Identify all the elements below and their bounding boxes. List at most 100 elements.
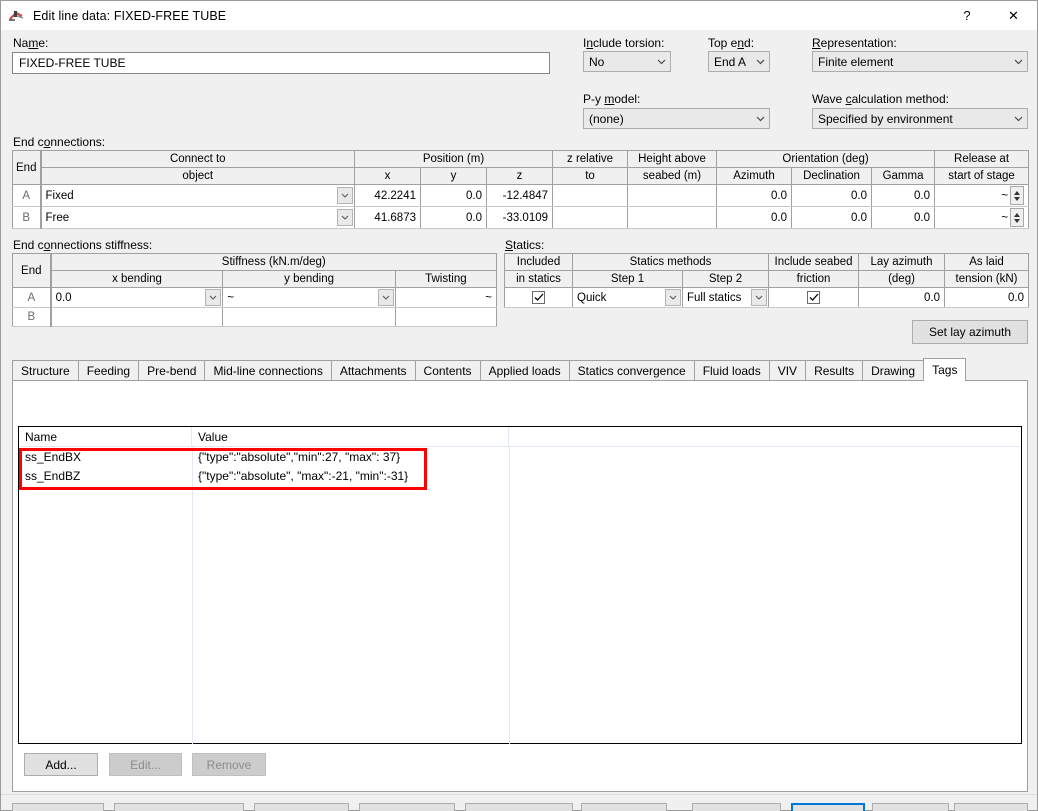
- tab-mid-line-connections[interactable]: Mid-line connections: [204, 360, 332, 381]
- st-x-bending-cell[interactable]: 0.0: [50, 287, 224, 308]
- chevron-down-icon[interactable]: [337, 209, 353, 226]
- ec-header-orientation: Orientation (deg): [716, 150, 936, 168]
- ec-z-relative-cell[interactable]: [552, 184, 629, 207]
- set-lay-azimuth-button[interactable]: Set lay azimuth: [912, 320, 1028, 344]
- stat-header-step1: Step 1: [572, 270, 683, 288]
- st-twisting-cell[interactable]: [394, 307, 498, 327]
- ec-declination-cell[interactable]: 0.0: [791, 184, 873, 207]
- close-button[interactable]: ✕: [990, 1, 1037, 30]
- viva-data-button[interactable]: VIVA data...: [581, 803, 667, 811]
- line-types-button[interactable]: Line types...: [12, 803, 104, 811]
- ec-header-height-above: Height above: [627, 150, 718, 168]
- ec-header-connect-to: Connect to: [40, 150, 355, 168]
- cancel-button[interactable]: Cancel: [872, 803, 949, 811]
- ec-azimuth-cell[interactable]: 0.0: [716, 184, 793, 207]
- tab-tags[interactable]: Tags: [923, 358, 967, 381]
- tab-structure[interactable]: Structure: [12, 360, 79, 381]
- ec-height-seabed-cell[interactable]: [627, 184, 718, 207]
- chevron-down-icon[interactable]: [377, 289, 394, 306]
- st-y-bending-cell[interactable]: ~: [222, 287, 396, 308]
- ec-azimuth-cell[interactable]: 0.0: [716, 206, 793, 229]
- ec-gamma-cell[interactable]: 0.0: [871, 206, 936, 229]
- ec-height-seabed-cell[interactable]: [627, 206, 718, 229]
- stat-step2-cell[interactable]: Full statics: [681, 287, 770, 308]
- table-row[interactable]: A 0.0 ~ ~: [11, 287, 498, 308]
- add-tag-button[interactable]: Add...: [24, 753, 98, 776]
- wake-models-button[interactable]: Wake models...: [359, 803, 455, 811]
- ec-header-release: Release at: [934, 150, 1030, 168]
- table-row[interactable]: B Free 41.6873 0.0 -33.0109 0.0 0.0 0.0 …: [12, 206, 1030, 229]
- stat-included-cell[interactable]: [504, 287, 573, 308]
- ec-declination-cell[interactable]: 0.0: [791, 206, 873, 229]
- ec-y-cell[interactable]: 0.0: [420, 184, 487, 207]
- spinner-up-down-icon[interactable]: [1010, 186, 1025, 205]
- stat-lay-azimuth-cell[interactable]: 0.0: [858, 287, 946, 308]
- chevron-down-icon[interactable]: [751, 289, 768, 306]
- name-input[interactable]: FIXED-FREE TUBE: [12, 52, 550, 74]
- tab-attachments[interactable]: Attachments: [330, 360, 416, 381]
- py-models-button[interactable]: P-y models...: [254, 803, 349, 811]
- attachment-types-button[interactable]: Attachment types...: [114, 803, 244, 811]
- help-button[interactable]: ?: [944, 1, 990, 30]
- include-torsion-select[interactable]: No: [583, 51, 671, 72]
- tab-label: Drawing: [871, 364, 916, 378]
- tags-list[interactable]: Name Value ss_EndBX {"type":"absolute","…: [18, 426, 1022, 744]
- py-model-select[interactable]: (none): [583, 108, 770, 129]
- ec-gamma-cell[interactable]: 0.0: [871, 184, 936, 207]
- top-end-select[interactable]: End A: [708, 51, 770, 72]
- tab-fluid-loads[interactable]: Fluid loads: [693, 360, 770, 381]
- next-button[interactable]: Next: [954, 803, 1028, 811]
- profile-graph-button[interactable]: Profile graph: [692, 803, 781, 811]
- chevron-down-icon[interactable]: [665, 289, 681, 306]
- ec-y-cell[interactable]: 0.0: [420, 206, 487, 229]
- include-seabed-friction-checkbox[interactable]: [807, 291, 821, 304]
- ec-x-cell[interactable]: 41.6873: [354, 206, 421, 229]
- column-header-value[interactable]: Value: [192, 427, 509, 446]
- st-y-bending-cell[interactable]: [222, 307, 396, 327]
- ec-z-relative-cell[interactable]: [552, 206, 629, 229]
- ec-header-x: x: [354, 167, 421, 185]
- list-item[interactable]: ss_EndBZ {"type":"absolute", "max":-21, …: [19, 466, 1021, 485]
- st-twisting-cell[interactable]: ~: [394, 287, 498, 308]
- wave-calculation-method-select[interactable]: Specified by environment: [812, 108, 1028, 129]
- list-item[interactable]: ss_EndBX {"type":"absolute","min":27, "m…: [19, 447, 1021, 466]
- ec-z-cell[interactable]: -12.4847: [485, 184, 554, 207]
- stat-seabed-friction-cell[interactable]: [768, 287, 860, 308]
- wave-calculation-method-label: Wave calculation method:: [812, 92, 949, 106]
- tab-statics-convergence[interactable]: Statics convergence: [568, 360, 695, 381]
- tab-feeding[interactable]: Feeding: [77, 360, 140, 381]
- stat-step1-cell[interactable]: Quick: [572, 287, 683, 308]
- ec-row-end: A: [12, 184, 42, 207]
- ec-z-cell[interactable]: -33.0109: [485, 206, 554, 229]
- st-x-bending-cell[interactable]: [50, 307, 224, 327]
- included-in-statics-checkbox[interactable]: [532, 291, 545, 304]
- table-row[interactable]: B: [11, 307, 498, 327]
- top-end-value: End A: [714, 54, 747, 69]
- tab-contents[interactable]: Contents: [414, 360, 481, 381]
- stat-header-tension: tension (kN): [944, 270, 1030, 288]
- shear7-data-button[interactable]: SHEAR7 data...: [465, 803, 573, 811]
- representation-select[interactable]: Finite element: [812, 51, 1028, 72]
- ec-release-cell[interactable]: ~: [934, 206, 1030, 229]
- ec-x-cell[interactable]: 42.2241: [354, 184, 421, 207]
- tab-pre-bend[interactable]: Pre-bend: [138, 360, 206, 381]
- ok-button[interactable]: OK: [791, 803, 865, 811]
- spinner-up-down-icon[interactable]: [1010, 208, 1025, 227]
- tab-applied-loads[interactable]: Applied loads: [479, 360, 570, 381]
- ec-connect-to-cell[interactable]: Fixed: [40, 184, 355, 207]
- ec-release-cell[interactable]: ~: [934, 184, 1030, 207]
- tab-strip: Structure Feeding Pre-bend Mid-line conn…: [12, 358, 967, 381]
- tab-drawing[interactable]: Drawing: [862, 360, 925, 381]
- chevron-down-icon[interactable]: [205, 289, 222, 306]
- tab-label: VIV: [777, 364, 798, 378]
- stat-as-laid-tension-cell[interactable]: 0.0: [944, 287, 1030, 308]
- ec-connect-to-value: Free: [45, 211, 70, 224]
- chevron-down-icon[interactable]: [337, 187, 353, 204]
- column-header-name[interactable]: Name: [19, 427, 192, 446]
- tab-results[interactable]: Results: [805, 360, 864, 381]
- ec-connect-to-cell[interactable]: Free: [40, 206, 355, 229]
- statics-label: Statics:: [505, 238, 545, 252]
- table-row[interactable]: Quick Full statics 0.0 0.0: [504, 287, 1030, 308]
- table-row[interactable]: A Fixed 42.2241 0.0 -12.4847 0.0 0.0 0.0…: [12, 184, 1030, 207]
- tab-viv[interactable]: VIV: [768, 360, 807, 381]
